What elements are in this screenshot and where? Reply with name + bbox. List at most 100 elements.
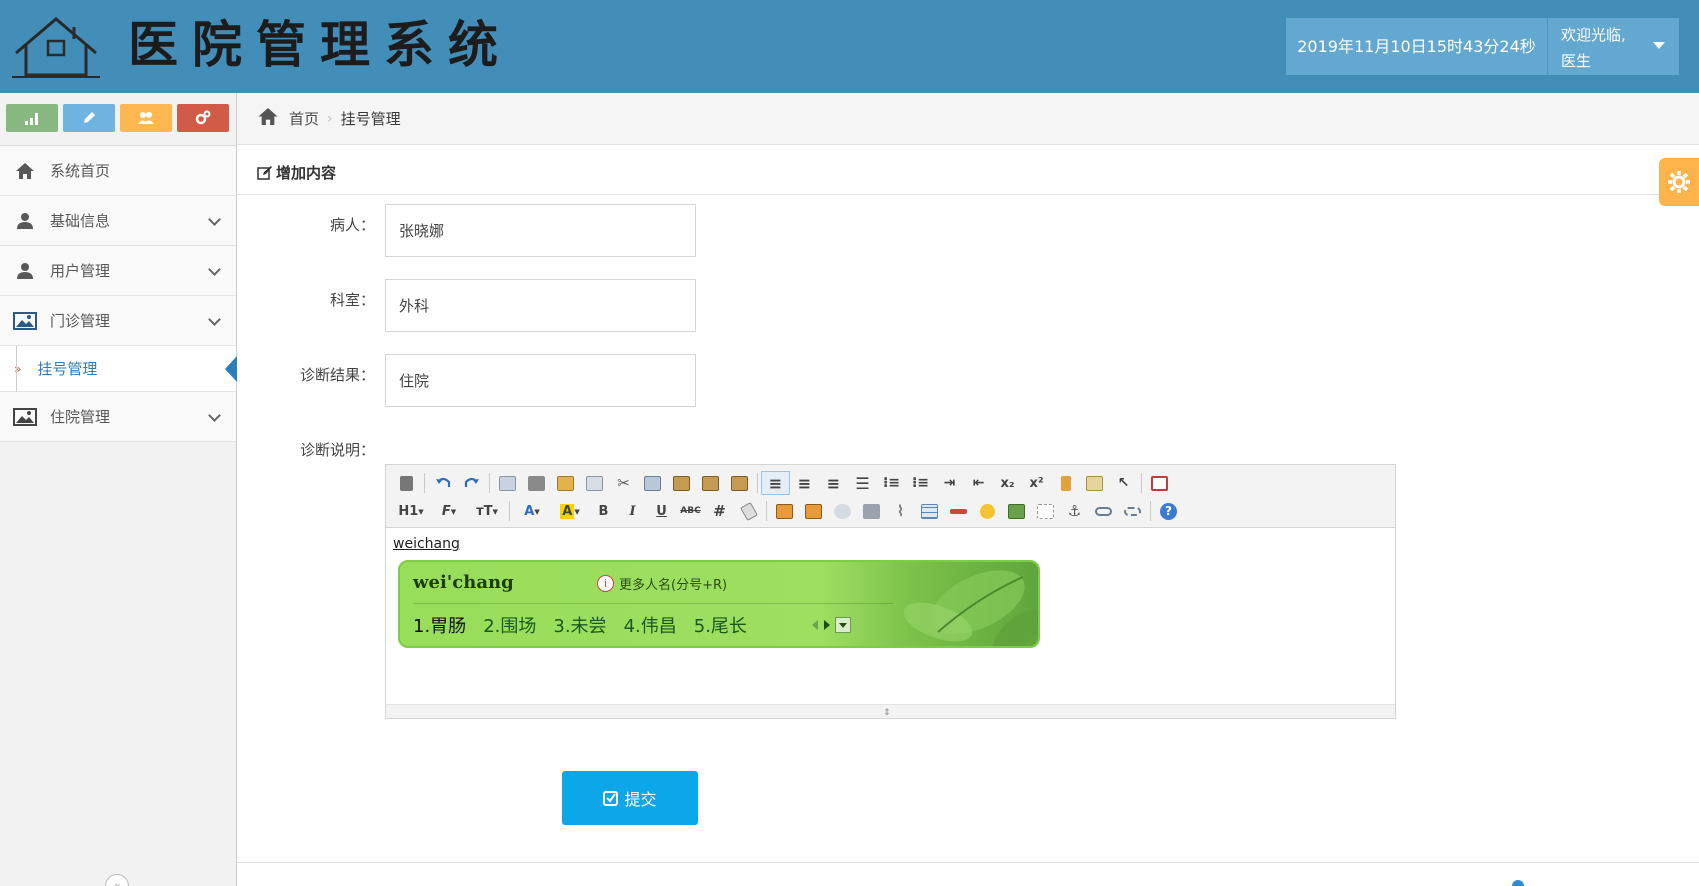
select-all-icon[interactable] <box>1080 471 1109 495</box>
image-icon[interactable] <box>770 499 799 523</box>
align-right-icon[interactable]: ≡ <box>819 471 848 495</box>
paste-word-icon[interactable] <box>725 471 754 495</box>
paste-text-icon[interactable] <box>696 471 725 495</box>
shortcut-settings-button[interactable] <box>177 104 229 132</box>
ordered-list-icon[interactable]: ⁝≡ <box>877 471 906 495</box>
align-left-icon[interactable]: ≡ <box>761 471 790 495</box>
heading-dropdown[interactable]: H1 ▾ <box>392 499 430 523</box>
media-icon[interactable] <box>857 499 886 523</box>
emoticon-icon[interactable] <box>973 499 1002 523</box>
expand-icon[interactable] <box>835 617 851 633</box>
subscript-icon[interactable]: x₂ <box>993 471 1022 495</box>
outdent-icon[interactable]: ⇤ <box>964 471 993 495</box>
picture-insert-icon[interactable] <box>1002 499 1031 523</box>
ime-candidate-popup: wei'chang i 更多人名(分号+R) 1.胃肠 2.围场 3.未尝 4.… <box>398 560 1040 648</box>
shortcut-stats-button[interactable] <box>6 104 58 132</box>
user-icon <box>13 211 37 231</box>
sidebar-item-label: 住院管理 <box>50 408 111 426</box>
code-icon[interactable] <box>580 471 609 495</box>
pencil-icon <box>84 112 95 123</box>
prev-page-icon[interactable] <box>811 619 819 631</box>
submit-button[interactable]: 提交 <box>562 771 698 825</box>
multi-image-icon[interactable] <box>799 499 828 523</box>
sidebar-item-outpatient[interactable]: 门诊管理 <box>0 296 236 346</box>
undo-icon[interactable] <box>428 471 457 495</box>
home-icon[interactable] <box>257 107 279 130</box>
sidebar-item-home[interactable]: 系统首页 <box>0 146 236 196</box>
indent-icon[interactable]: ⇥ <box>935 471 964 495</box>
patient-label: 病人： <box>329 216 375 234</box>
toolbar-separator <box>1141 473 1142 493</box>
user-menu-toggle[interactable]: 欢迎光临, 医生 <box>1548 18 1679 75</box>
flash-icon[interactable] <box>828 499 857 523</box>
department-input[interactable] <box>385 279 696 332</box>
help-icon[interactable]: ? <box>1154 499 1183 523</box>
ime-candidate[interactable]: 2.围场 <box>483 612 536 638</box>
breadcrumb-home-link[interactable]: 首页 <box>289 108 319 129</box>
align-justify-icon[interactable]: ☰ <box>848 471 877 495</box>
font-family-dropdown[interactable]: F ▾ <box>430 499 468 523</box>
ime-candidate[interactable]: 1.胃肠 <box>413 612 466 638</box>
users-icon <box>138 112 154 124</box>
cursor-icon[interactable]: ↖ <box>1109 471 1138 495</box>
unlink-icon[interactable] <box>1118 499 1147 523</box>
chevron-down-icon <box>208 263 221 276</box>
print-icon[interactable] <box>522 471 551 495</box>
pagebreak-icon[interactable] <box>1031 499 1060 523</box>
link-icon[interactable] <box>1089 499 1118 523</box>
next-page-icon[interactable] <box>823 619 831 631</box>
sidebar-collapse-button[interactable]: « <box>105 874 129 886</box>
unordered-list-icon[interactable]: ⁝≡ <box>906 471 935 495</box>
template-icon[interactable] <box>551 471 580 495</box>
eraser-icon[interactable] <box>734 499 763 523</box>
app-title: 医院管理系统 <box>128 15 512 74</box>
scroll-to-top-button[interactable] <box>1512 880 1524 886</box>
shortcut-edit-button[interactable] <box>63 104 115 132</box>
sidebar-item-user-management[interactable]: 用户管理 <box>0 246 236 296</box>
ime-pinyin: wei'chang <box>413 572 514 593</box>
paste-icon[interactable] <box>667 471 696 495</box>
superscript-icon[interactable]: x² <box>1022 471 1051 495</box>
settings-toggle-button[interactable] <box>1659 158 1699 206</box>
ime-candidate[interactable]: 5.尾长 <box>694 612 747 638</box>
breadcrumb-current: 挂号管理 <box>340 110 401 128</box>
sidebar-subitem-registration[interactable]: » 挂号管理 <box>0 346 237 392</box>
sidebar-item-basic-info[interactable]: 基础信息 <box>0 196 236 246</box>
source-icon[interactable] <box>392 471 421 495</box>
font-size-dropdown[interactable]: тT ▾ <box>468 499 506 523</box>
editor-content-area[interactable]: weichang wei'chang i 更多人名(分号+R) 1.胃肠 2.围… <box>386 528 1395 704</box>
font-color-label: A <box>524 503 535 519</box>
editor-typed-text: weichang <box>393 536 460 552</box>
editor-resize-bar[interactable]: ⇕ <box>386 704 1395 718</box>
attachment-icon[interactable]: ⌇ <box>886 499 915 523</box>
bold-icon[interactable]: B <box>589 499 618 523</box>
italic-icon[interactable]: I <box>618 499 647 523</box>
insert-row-icon[interactable] <box>944 499 973 523</box>
table-icon[interactable] <box>915 499 944 523</box>
signal-icon <box>25 113 38 125</box>
patient-input[interactable] <box>385 204 696 257</box>
section-title: 增加内容 <box>257 162 336 183</box>
ime-more-names-hint[interactable]: i 更多人名(分号+R) <box>597 574 727 593</box>
cogs-icon <box>195 110 211 125</box>
ime-candidate[interactable]: 4.伟昌 <box>624 612 677 638</box>
align-center-icon[interactable]: ≡ <box>790 471 819 495</box>
preview-icon[interactable] <box>493 471 522 495</box>
strikethrough-icon[interactable]: ABC <box>676 499 705 523</box>
shortcut-users-button[interactable] <box>120 104 172 132</box>
edit-icon <box>257 165 272 180</box>
ime-candidate[interactable]: 3.未尝 <box>553 612 606 638</box>
redo-icon[interactable] <box>457 471 486 495</box>
horizontal-rule-icon[interactable]: # <box>705 499 734 523</box>
highlight-color-dropdown[interactable]: A ▾ <box>551 499 589 523</box>
toolbar-row-1: ✂ ≡ ≡ ≡ ☰ ⁝≡ ⁝≡ ⇥ ⇤ x₂ x² ↖ <box>392 469 1389 497</box>
fullscreen-icon[interactable] <box>1145 471 1174 495</box>
sidebar-item-inpatient[interactable]: 住院管理 <box>0 392 236 442</box>
clear-format-icon[interactable] <box>1051 471 1080 495</box>
copy-icon[interactable] <box>638 471 667 495</box>
underline-icon[interactable]: U <box>647 499 676 523</box>
diagnosis-result-input[interactable] <box>385 354 696 407</box>
anchor-icon[interactable]: ⚓ <box>1060 499 1089 523</box>
cut-icon[interactable]: ✂ <box>609 471 638 495</box>
font-color-dropdown[interactable]: A ▾ <box>513 499 551 523</box>
